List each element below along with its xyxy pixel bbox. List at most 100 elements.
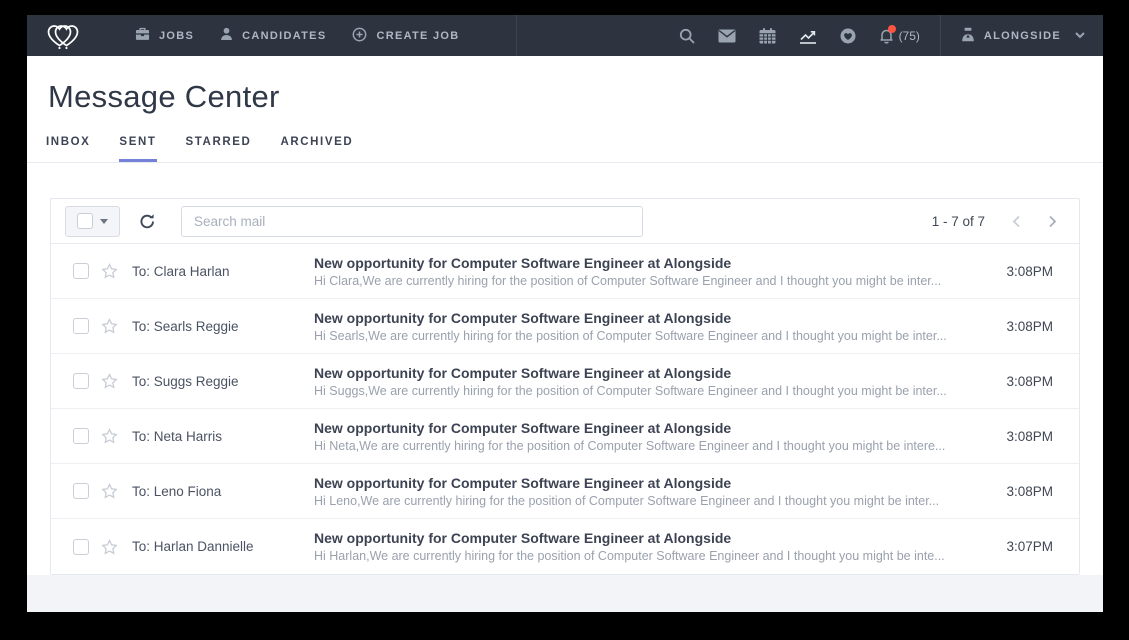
- pagination-next-icon[interactable]: [1048, 215, 1057, 228]
- message-row[interactable]: To: Harlan Dannielle New opportunity for…: [51, 519, 1079, 574]
- briefcase-icon: [135, 27, 150, 44]
- message-row[interactable]: To: Neta Harris New opportunity for Comp…: [51, 409, 1079, 464]
- message-time: 3:08PM: [991, 374, 1053, 389]
- row-checkbox[interactable]: [73, 263, 89, 279]
- message-time: 3:08PM: [991, 319, 1053, 334]
- message-preview: Hi Suggs,We are currently hiring for the…: [314, 384, 977, 398]
- recipient-label: To: Harlan Dannielle: [132, 539, 314, 554]
- star-icon[interactable]: [101, 539, 118, 555]
- navbar-right: (75) ALONGSIDE: [656, 15, 1103, 56]
- nav-item-label: CREATE JOB: [376, 30, 459, 42]
- star-icon[interactable]: [101, 373, 118, 389]
- page-title: Message Center: [48, 79, 1103, 115]
- navbar-divider: [940, 15, 941, 56]
- search-icon[interactable]: [679, 28, 695, 44]
- tab-archived[interactable]: ARCHIVED: [280, 136, 353, 162]
- mail-card: 1 - 7 of 7: [50, 198, 1080, 575]
- refresh-icon[interactable]: [139, 213, 156, 230]
- message-time: 3:08PM: [991, 264, 1053, 279]
- tabs-bar: INBOX SENT STARRED ARCHIVED: [27, 136, 1103, 163]
- message-time: 3:08PM: [991, 429, 1053, 444]
- tabs: INBOX SENT STARRED ARCHIVED: [46, 136, 1103, 162]
- account-avatar-icon: [961, 27, 975, 45]
- row-checkbox[interactable]: [73, 539, 89, 555]
- nav-item-jobs[interactable]: JOBS: [135, 27, 194, 44]
- notifications[interactable]: (75): [879, 28, 920, 44]
- mail-card-wrap: 1 - 7 of 7: [27, 163, 1103, 575]
- chevron-down-icon: [1075, 32, 1085, 39]
- message-subject: New opportunity for Computer Software En…: [314, 530, 977, 546]
- nav-item-candidates[interactable]: CANDIDATES: [220, 27, 326, 44]
- select-all-dropdown[interactable]: [65, 206, 120, 237]
- bell-icon: [879, 28, 894, 44]
- app-window: JOBS CANDIDATES CREATE J: [27, 15, 1103, 612]
- analytics-icon[interactable]: [799, 28, 817, 44]
- mail-icon[interactable]: [718, 29, 736, 43]
- alongside-logo-icon[interactable]: [43, 21, 83, 51]
- message-subject: New opportunity for Computer Software En…: [314, 365, 977, 381]
- tab-label: ARCHIVED: [280, 136, 353, 148]
- nav-item-label: JOBS: [159, 30, 194, 42]
- star-icon[interactable]: [101, 263, 118, 279]
- tab-label: STARRED: [186, 136, 252, 148]
- message-body: New opportunity for Computer Software En…: [314, 365, 991, 398]
- message-row[interactable]: To: Suggs Reggie New opportunity for Com…: [51, 354, 1079, 409]
- tab-label: SENT: [119, 136, 156, 148]
- message-body: New opportunity for Computer Software En…: [314, 475, 991, 508]
- message-preview: Hi Neta,We are currently hiring for the …: [314, 439, 977, 453]
- person-icon: [220, 27, 233, 44]
- message-row[interactable]: To: Leno Fiona New opportunity for Compu…: [51, 464, 1079, 519]
- footer-band: [27, 575, 1103, 612]
- message-subject: New opportunity for Computer Software En…: [314, 420, 977, 436]
- message-preview: Hi Searls,We are currently hiring for th…: [314, 329, 977, 343]
- nav-item-create-job[interactable]: CREATE JOB: [352, 27, 459, 45]
- notification-count: (75): [899, 29, 920, 43]
- message-subject: New opportunity for Computer Software En…: [314, 310, 977, 326]
- row-checkbox[interactable]: [73, 318, 89, 334]
- message-time: 3:08PM: [991, 484, 1053, 499]
- search-mail-input[interactable]: [181, 206, 643, 237]
- recipient-label: To: Clara Harlan: [132, 264, 314, 279]
- row-checkbox[interactable]: [73, 483, 89, 499]
- account-menu[interactable]: ALONGSIDE: [961, 27, 1085, 45]
- message-subject: New opportunity for Computer Software En…: [314, 255, 977, 271]
- pagination-prev-icon[interactable]: [1012, 215, 1021, 228]
- main-content: Message Center INBOX SENT STARRED ARCHIV…: [27, 56, 1103, 612]
- message-body: New opportunity for Computer Software En…: [314, 420, 991, 453]
- recipient-label: To: Leno Fiona: [132, 484, 314, 499]
- message-list: To: Clara Harlan New opportunity for Com…: [51, 244, 1079, 574]
- account-label: ALONGSIDE: [984, 30, 1061, 42]
- select-all-checkbox[interactable]: [77, 213, 93, 229]
- tab-sent[interactable]: SENT: [119, 136, 156, 162]
- recipient-label: To: Suggs Reggie: [132, 374, 314, 389]
- pagination: 1 - 7 of 7: [932, 214, 1057, 229]
- message-preview: Hi Clara,We are currently hiring for the…: [314, 274, 977, 288]
- notification-dot: [888, 25, 896, 33]
- nav-item-label: CANDIDATES: [242, 30, 326, 42]
- globe-heart-icon[interactable]: [840, 28, 856, 44]
- message-time: 3:07PM: [991, 539, 1053, 554]
- mail-toolbar: 1 - 7 of 7: [51, 199, 1079, 244]
- pagination-range: 1 - 7 of 7: [932, 214, 985, 229]
- recipient-label: To: Neta Harris: [132, 429, 314, 444]
- message-preview: Hi Harlan,We are currently hiring for th…: [314, 549, 977, 563]
- navbar-left: JOBS CANDIDATES CREATE J: [27, 15, 517, 56]
- row-checkbox[interactable]: [73, 428, 89, 444]
- tab-starred[interactable]: STARRED: [186, 136, 252, 162]
- message-body: New opportunity for Computer Software En…: [314, 310, 991, 343]
- tab-label: INBOX: [46, 136, 90, 148]
- calendar-icon[interactable]: [759, 28, 776, 44]
- star-icon[interactable]: [101, 483, 118, 499]
- row-checkbox[interactable]: [73, 373, 89, 389]
- message-row[interactable]: To: Clara Harlan New opportunity for Com…: [51, 244, 1079, 299]
- message-body: New opportunity for Computer Software En…: [314, 530, 991, 563]
- star-icon[interactable]: [101, 318, 118, 334]
- caret-down-icon: [100, 219, 108, 224]
- top-navbar: JOBS CANDIDATES CREATE J: [27, 15, 1103, 56]
- message-body: New opportunity for Computer Software En…: [314, 255, 991, 288]
- message-row[interactable]: To: Searls Reggie New opportunity for Co…: [51, 299, 1079, 354]
- star-icon[interactable]: [101, 428, 118, 444]
- message-subject: New opportunity for Computer Software En…: [314, 475, 977, 491]
- plus-circle-icon: [352, 27, 367, 45]
- tab-inbox[interactable]: INBOX: [46, 136, 90, 162]
